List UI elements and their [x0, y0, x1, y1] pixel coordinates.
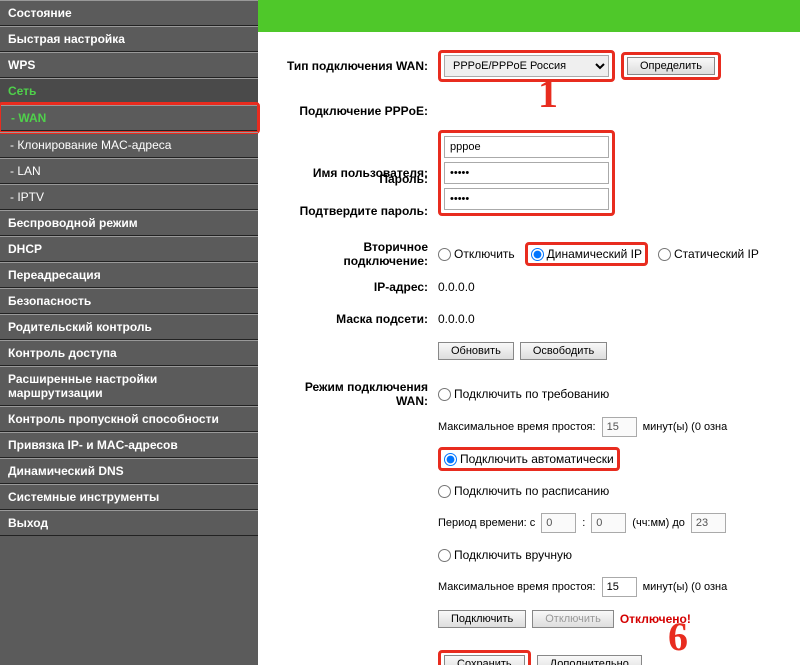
sidebar: Состояние Быстрая настройка WPS Сеть - W…	[0, 0, 258, 665]
main-panel: Тип подключения WAN: PPPoE/PPPoE Россия …	[258, 0, 800, 665]
mode-schedule-label: Подключить по расписанию	[454, 484, 609, 498]
mask-label: Маска подсети:	[278, 312, 438, 326]
sidebar-item-iptv[interactable]: - IPTV	[0, 184, 258, 210]
secondary-disable-radio[interactable]	[438, 248, 451, 261]
pppoe-header: Подключение PPPoE:	[278, 104, 438, 118]
period-h2[interactable]	[691, 513, 726, 533]
sidebar-item-wps[interactable]: WPS	[0, 52, 258, 78]
sidebar-item-wan[interactable]: - WAN	[1, 105, 257, 131]
sidebar-item-dhcp[interactable]: DHCP	[0, 236, 258, 262]
sidebar-item-access-control[interactable]: Контроль доступа	[0, 340, 258, 366]
idle-unit-2: минут(ы) (0 озна	[643, 581, 728, 593]
sidebar-item-lan[interactable]: - LAN	[0, 158, 258, 184]
period-m1[interactable]	[591, 513, 626, 533]
mode-manual-label: Подключить вручную	[454, 548, 572, 562]
mode-auto-label: Подключить автоматически	[460, 452, 614, 466]
period-format: (чч:мм) до	[632, 517, 685, 529]
wan-type-label: Тип подключения WAN:	[278, 59, 438, 73]
sidebar-item-ip-mac-binding[interactable]: Привязка IP- и MAC-адресов	[0, 432, 258, 458]
sidebar-item-mac-clone[interactable]: - Клонирование MAC-адреса	[0, 132, 258, 158]
idle-input-2[interactable]	[602, 577, 637, 597]
sidebar-item-routing[interactable]: Расширенные настройки маршрутизации	[0, 366, 258, 406]
idle-input-1[interactable]	[602, 417, 637, 437]
sidebar-item-logout[interactable]: Выход	[0, 510, 258, 536]
username-label: Имя пользователя:	[278, 166, 438, 180]
secondary-static-radio[interactable]	[658, 248, 671, 261]
period-h1[interactable]	[541, 513, 576, 533]
sidebar-item-system-tools[interactable]: Системные инструменты	[0, 484, 258, 510]
wan-type-select[interactable]: PPPoE/PPPoE Россия	[444, 55, 609, 77]
update-button[interactable]: Обновить	[438, 342, 514, 360]
disconnect-button[interactable]: Отключить	[532, 610, 614, 628]
ip-label: IP-адрес:	[278, 280, 438, 294]
sidebar-item-network[interactable]: Сеть	[0, 78, 258, 104]
sidebar-item-wireless[interactable]: Беспроводной режим	[0, 210, 258, 236]
idle-unit-1: минут(ы) (0 озна	[643, 421, 728, 433]
idle-label-1: Максимальное время простоя:	[438, 421, 596, 433]
mode-manual-radio[interactable]	[438, 549, 451, 562]
sidebar-item-forwarding[interactable]: Переадресация	[0, 262, 258, 288]
sidebar-item-quick-setup[interactable]: Быстрая настройка	[0, 26, 258, 52]
header-bar	[258, 0, 800, 32]
sidebar-item-parental[interactable]: Родительский контроль	[0, 314, 258, 340]
save-button[interactable]: Сохранить	[444, 655, 525, 665]
mode-demand-label: Подключить по требованию	[454, 387, 609, 401]
sidebar-item-bandwidth[interactable]: Контроль пропускной способности	[0, 406, 258, 432]
mask-value: 0.0.0.0	[438, 312, 475, 326]
sidebar-item-ddns[interactable]: Динамический DNS	[0, 458, 258, 484]
secondary-dynamic-radio[interactable]	[531, 248, 544, 261]
idle-label-2: Максимальное время простоя:	[438, 581, 596, 593]
confirm-password-input[interactable]	[444, 188, 609, 210]
mode-auto-radio[interactable]	[444, 453, 457, 466]
username-input[interactable]	[444, 136, 609, 158]
secondary-dynamic-label: Динамический IP	[547, 247, 642, 261]
mode-demand-radio[interactable]	[438, 388, 451, 401]
ip-value: 0.0.0.0	[438, 280, 475, 294]
release-button[interactable]: Освободить	[520, 342, 607, 360]
connection-status: Отключено!	[620, 612, 691, 626]
secondary-static-label: Статический IP	[674, 247, 759, 261]
sidebar-item-security[interactable]: Безопасность	[0, 288, 258, 314]
password-input[interactable]	[444, 162, 609, 184]
period-label: Период времени: с	[438, 517, 535, 529]
secondary-label: Вторичное подключение:	[278, 240, 438, 268]
sidebar-item-status[interactable]: Состояние	[0, 0, 258, 26]
mode-label: Режим подключения WAN:	[278, 380, 438, 408]
advanced-button[interactable]: Дополнительно	[537, 655, 642, 665]
mode-schedule-radio[interactable]	[438, 485, 451, 498]
detect-button[interactable]: Определить	[627, 57, 715, 75]
secondary-disable-label: Отключить	[454, 247, 515, 261]
connect-button[interactable]: Подключить	[438, 610, 526, 628]
